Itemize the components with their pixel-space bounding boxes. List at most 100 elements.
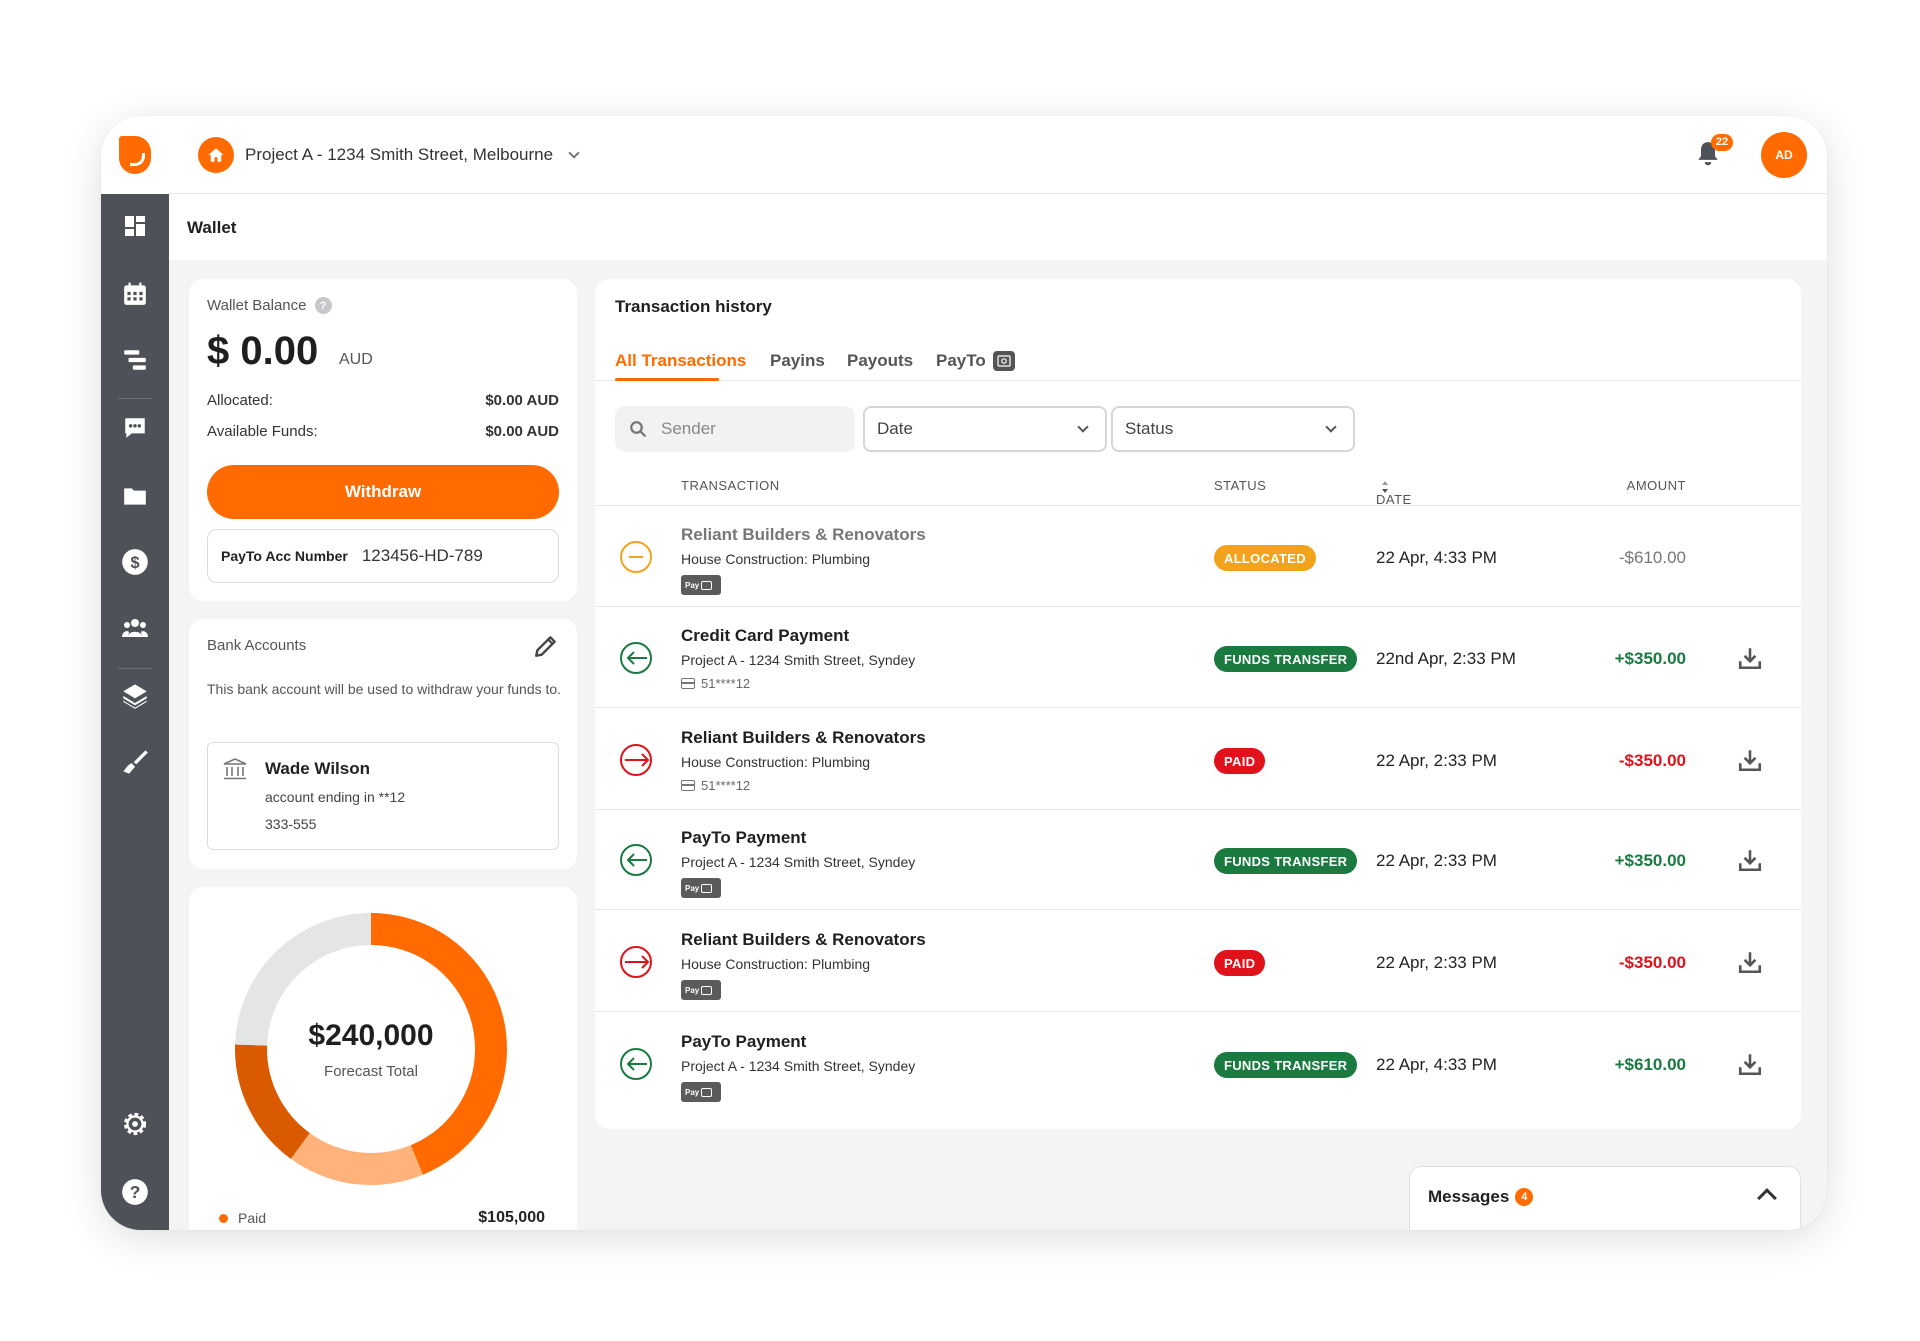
settings-icon[interactable] — [121, 1110, 149, 1138]
chevron-down-icon — [568, 147, 580, 159]
column-date-label: DATE — [1376, 492, 1412, 507]
tab-payouts[interactable]: Payouts — [847, 351, 913, 371]
chat-icon[interactable] — [121, 414, 149, 442]
download-icon[interactable] — [1737, 847, 1763, 873]
messages-title: Messages 4 — [1428, 1187, 1534, 1207]
column-date[interactable]: DATE — [1376, 478, 1411, 507]
tab-payto-label: PayTo — [936, 351, 986, 370]
bank-account-ending: account ending in **12 — [265, 789, 406, 805]
status-badge: ALLOCATED — [1214, 545, 1316, 571]
logo-area[interactable] — [101, 116, 169, 194]
bank-account-item[interactable]: Wade Wilson account ending in **12 333-5… — [207, 742, 559, 850]
date-filter-label: Date — [877, 419, 913, 438]
table-row[interactable]: Credit Card Payment Project A - 1234 Smi… — [595, 608, 1801, 708]
notifications-button[interactable]: 22 — [1695, 134, 1733, 172]
messages-panel[interactable]: Messages 4 — [1409, 1166, 1801, 1230]
column-status: STATUS — [1214, 478, 1267, 493]
download-icon[interactable] — [1737, 645, 1763, 671]
legend-item-paid: Paid — [219, 1210, 266, 1226]
team-icon[interactable] — [121, 614, 149, 642]
download-icon[interactable] — [1737, 1051, 1763, 1077]
download-icon[interactable] — [1737, 747, 1763, 773]
transaction-date: 22 Apr, 2:33 PM — [1376, 953, 1497, 972]
donut-center: $240,000 Forecast Total — [235, 913, 507, 1185]
transaction-amount: -$350.00 — [1618, 953, 1686, 972]
table-row[interactable]: PayTo Payment Project A - 1234 Smith Str… — [595, 1014, 1801, 1114]
withdraw-button[interactable]: Withdraw — [207, 465, 559, 519]
transaction-meta: Pay — [681, 1082, 721, 1102]
user-avatar[interactable]: AD — [1761, 132, 1807, 178]
tab-payins[interactable]: Payins — [770, 351, 825, 371]
allocated-icon — [620, 541, 652, 573]
wallet-balance-card: Wallet Balance ? $ 0.00 AUD Allocated: $… — [189, 279, 577, 601]
bank-accounts-description: This bank account will be used to withdr… — [207, 681, 562, 697]
payto-badge-label: Pay — [685, 883, 700, 893]
allocated-value: $0.00 AUD — [485, 392, 559, 409]
bank-account-holder: Wade Wilson — [265, 759, 370, 778]
available-funds-label: Available Funds: — [207, 423, 318, 440]
table-row[interactable]: PayTo Payment Project A - 1234 Smith Str… — [595, 810, 1801, 910]
transaction-subtitle: Project A - 1234 Smith Street, Syndey — [681, 854, 916, 870]
dollar-icon[interactable]: $ — [121, 548, 149, 576]
forecast-total: $240,000 — [308, 1018, 434, 1052]
payto-account-number[interactable]: PayTo Acc Number 123456-HD-789 — [207, 529, 559, 583]
table-row[interactable]: Reliant Builders & Renovators House Cons… — [595, 912, 1801, 1012]
payto-badge-label: Pay — [685, 580, 700, 590]
chevron-up-icon[interactable] — [1757, 1188, 1777, 1208]
transaction-subtitle: House Construction: Plumbing — [681, 956, 871, 972]
page-header: Wallet — [169, 194, 1827, 260]
transaction-subtitle: Project A - 1234 Smith Street, Syndey — [681, 652, 916, 668]
outgoing-arrow-icon — [620, 946, 652, 978]
brush-icon[interactable] — [121, 748, 149, 776]
help-icon[interactable]: ? — [314, 297, 332, 314]
transaction-amount: +$350.00 — [1614, 649, 1686, 668]
payto-account-label: PayTo Acc Number — [221, 548, 348, 564]
date-filter[interactable]: Date — [863, 406, 1107, 452]
search-input[interactable] — [661, 419, 831, 439]
bank-account-bsb: 333-555 — [265, 816, 317, 832]
status-badge: PAID — [1214, 748, 1266, 774]
status-filter[interactable]: Status — [1111, 406, 1355, 452]
status-badge: PAID — [1214, 950, 1266, 976]
sidebar-divider — [118, 398, 152, 399]
card-number: 51****12 — [701, 676, 751, 691]
transaction-history-title: Transaction history — [615, 297, 772, 316]
transaction-amount: +$350.00 — [1614, 851, 1686, 870]
bank-accounts-card: Bank Accounts This bank account will be … — [189, 619, 577, 869]
dashboard-icon[interactable] — [121, 212, 149, 240]
transaction-subtitle: House Construction: Plumbing — [681, 754, 871, 770]
sidebar: $ ? — [101, 194, 169, 1230]
wallet-balance-label: Wallet Balance — [207, 297, 307, 314]
tab-payto[interactable]: PayTo — [936, 351, 1015, 371]
tab-all-transactions[interactable]: All Transactions — [615, 351, 746, 371]
transaction-meta: 51****12 — [681, 778, 750, 793]
page-title: Wallet — [187, 218, 237, 237]
messages-count-badge: 4 — [1515, 1188, 1534, 1206]
wallet-currency: AUD — [339, 351, 373, 368]
available-funds-row: Available Funds: $0.00 AUD — [207, 423, 559, 440]
transaction-title: PayTo Payment — [681, 1032, 807, 1051]
folder-icon[interactable] — [121, 482, 149, 510]
forecast-total-label: Forecast Total — [324, 1062, 418, 1080]
card-number: 51****12 — [701, 778, 751, 793]
legend-dot — [219, 1213, 228, 1223]
wallet-balance-title: Wallet Balance ? — [207, 297, 332, 314]
transaction-meta: Pay — [681, 575, 721, 595]
allocated-label: Allocated: — [207, 392, 273, 409]
calendar-icon[interactable] — [121, 280, 149, 308]
download-icon[interactable] — [1737, 949, 1763, 975]
project-selector[interactable]: Project A - 1234 Smith Street, Melbourne — [198, 137, 580, 173]
table-row[interactable]: Reliant Builders & Renovators House Cons… — [595, 710, 1801, 810]
sender-search[interactable] — [615, 406, 855, 452]
table-row[interactable]: Reliant Builders & Renovators House Cons… — [595, 507, 1801, 607]
transaction-title: Reliant Builders & Renovators — [681, 728, 926, 747]
transaction-meta: Pay — [681, 980, 721, 1000]
transaction-subtitle: House Construction: Plumbing — [681, 551, 871, 567]
timeline-icon[interactable] — [121, 346, 149, 374]
table-header: TRANSACTION STATUS DATE AMOUNT — [595, 464, 1801, 507]
layers-icon[interactable] — [121, 682, 149, 710]
edit-bank-button[interactable] — [533, 633, 559, 659]
wallet-amount: $ 0.00 — [207, 329, 319, 373]
help-icon[interactable]: ? — [121, 1178, 149, 1206]
svg-text:?: ? — [130, 1182, 141, 1202]
